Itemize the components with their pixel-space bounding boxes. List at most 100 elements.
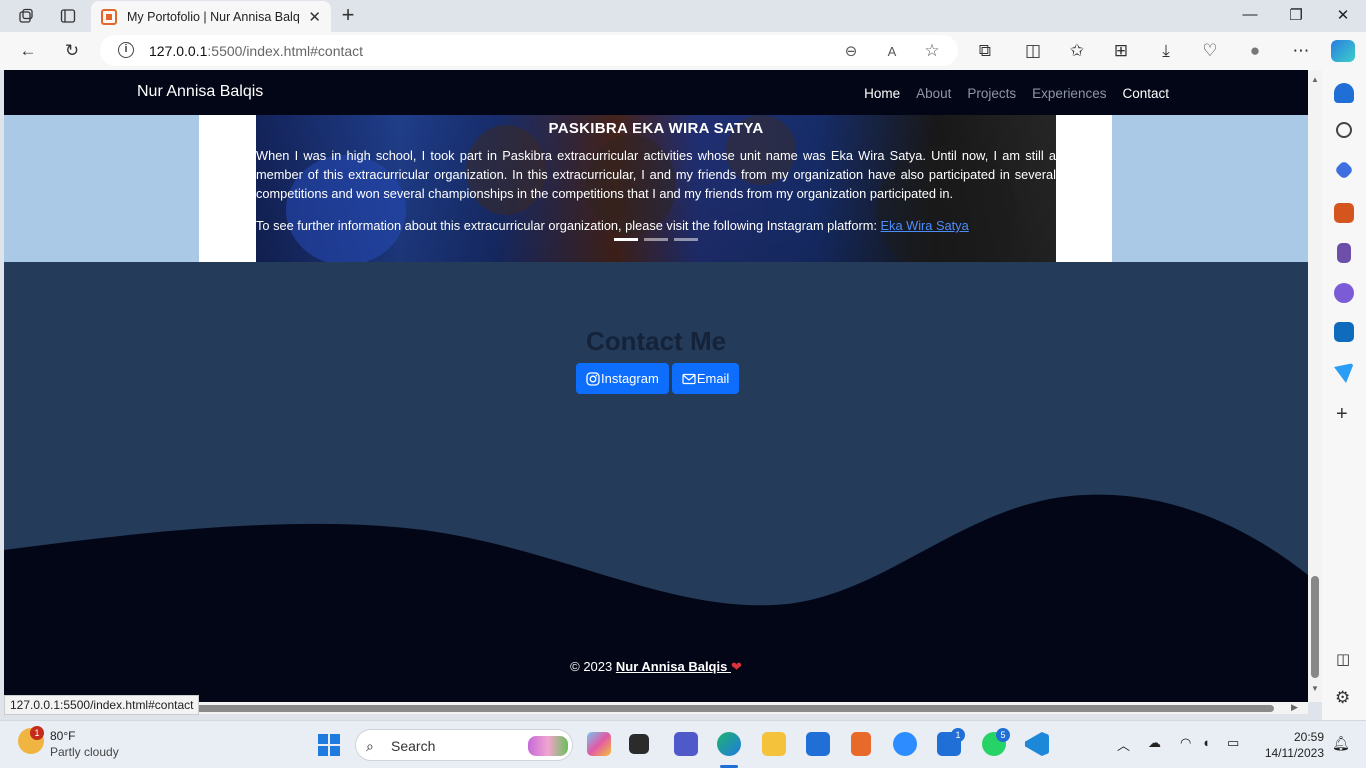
nav-link-projects[interactable]: Projects xyxy=(967,86,1016,101)
refresh-icon[interactable]: ↻ xyxy=(61,40,83,62)
wifi-icon[interactable]: ◠ xyxy=(1180,735,1191,751)
email-button-label: Email xyxy=(696,371,730,386)
nav-link-home[interactable]: Home xyxy=(864,86,900,101)
nav-links: Home About Projects Experiences Contact xyxy=(848,86,1169,101)
read-aloud-icon[interactable]: A xyxy=(881,40,903,62)
battery-icon[interactable]: ▭ xyxy=(1227,735,1239,751)
carousel-indicator[interactable] xyxy=(674,238,698,241)
scroll-up-icon[interactable]: ▲ xyxy=(1311,75,1319,84)
workspaces-icon[interactable] xyxy=(15,5,37,27)
weather-temp: 80°F xyxy=(50,729,76,743)
snipping-tool-icon[interactable] xyxy=(851,732,871,756)
scroll-down-icon[interactable]: ▼ xyxy=(1311,684,1319,693)
footer-copyright: © 2023 Nur Annisa Balqis ❤ xyxy=(4,659,1308,675)
edge-browser-icon[interactable] xyxy=(717,732,741,756)
url-text[interactable]: 127.0.0.1:5500/index.html#contact xyxy=(149,43,363,59)
zoom-icon[interactable] xyxy=(893,732,917,756)
zoom-out-icon[interactable]: ⊖ xyxy=(840,40,862,62)
extensions-icon[interactable]: ⧉ xyxy=(974,40,996,62)
settings-gear-icon[interactable]: ⚙ xyxy=(1335,688,1350,708)
new-tab-icon[interactable]: + xyxy=(337,4,359,26)
collections-icon[interactable]: ⊞ xyxy=(1110,40,1132,62)
windows-taskbar: 1 80°F Partly cloudy ⌕ Search 1 5 ︿ ☁ ◠ … xyxy=(0,720,1366,768)
browser-toolbar: ← ↻ i 127.0.0.1:5500/index.html#contact … xyxy=(0,32,1366,70)
outlook-icon[interactable] xyxy=(1334,322,1354,342)
nav-link-about[interactable]: About xyxy=(916,86,951,101)
vertical-scrollbar[interactable]: ▲ ▼ xyxy=(1308,70,1322,702)
microsoft-store-icon[interactable] xyxy=(806,732,830,756)
games-chess-icon[interactable] xyxy=(1337,243,1351,263)
copilot-preview-app-icon[interactable] xyxy=(587,732,611,756)
email-button[interactable]: Email xyxy=(671,363,740,394)
navbar-brand[interactable]: Nur Annisa Balqis xyxy=(137,83,263,101)
carousel-indicator[interactable] xyxy=(614,238,638,241)
volume-icon[interactable]: ◖ xyxy=(1202,735,1210,750)
tray-chevron-icon[interactable]: ︿ xyxy=(1117,735,1130,754)
tools-briefcase-icon[interactable] xyxy=(1334,203,1354,223)
horizontal-scroll-thumb[interactable] xyxy=(194,705,1274,712)
search-placeholder: Search xyxy=(391,738,436,754)
search-highlight-icon xyxy=(528,736,568,756)
vertical-scroll-thumb[interactable] xyxy=(1311,576,1319,678)
copyright-text: © 2023 xyxy=(570,659,616,674)
close-window-icon[interactable]: ✕ xyxy=(1333,6,1353,24)
email-icon xyxy=(682,373,696,384)
back-icon[interactable]: ← xyxy=(17,40,39,62)
profile-icon[interactable]: ● xyxy=(1244,40,1266,62)
carousel-slide: PASKIBRA EKA WIRA SATYA When I was in hi… xyxy=(256,115,1056,262)
clock-time: 20:59 xyxy=(1293,730,1324,744)
site-info-icon[interactable]: i xyxy=(118,42,134,58)
nav-link-experiences[interactable]: Experiences xyxy=(1032,86,1106,101)
system-clock[interactable]: 20:59 14/11/2023 xyxy=(1258,729,1324,761)
notifications-bell-icon[interactable] xyxy=(1334,83,1354,103)
notification-bell-icon[interactable]: 🔔︎ xyxy=(1332,735,1350,752)
active-tab[interactable]: My Portofolio | Nur Annisa Balqis ✕ xyxy=(91,1,331,32)
scroll-right-icon[interactable]: ▶ xyxy=(1291,702,1298,713)
windows-start-icon[interactable] xyxy=(318,734,340,756)
site-footer xyxy=(4,610,1308,702)
site-navbar: Nur Annisa Balqis Home About Projects Ex… xyxy=(4,70,1308,115)
status-bar-url: 127.0.0.1:5500/index.html#contact xyxy=(4,695,200,715)
instagram-button-label: Instagram xyxy=(601,371,659,386)
task-view-icon[interactable] xyxy=(629,734,649,754)
send-icon[interactable] xyxy=(1334,363,1354,383)
instagram-button[interactable]: Instagram xyxy=(576,363,669,394)
downloads-icon[interactable]: ⤓ xyxy=(1155,40,1177,62)
teams-icon[interactable] xyxy=(674,732,698,756)
file-explorer-icon[interactable] xyxy=(762,732,786,756)
footer-wave xyxy=(4,494,1308,615)
tab-close-icon[interactable]: ✕ xyxy=(308,8,321,26)
onedrive-icon[interactable]: ☁ xyxy=(1148,735,1161,751)
footer-author-link[interactable]: Nur Annisa Balqis xyxy=(616,659,731,674)
favorite-star-icon[interactable]: ☆ xyxy=(921,40,943,62)
shopping-tag-icon[interactable] xyxy=(1334,160,1354,180)
favorites-icon[interactable]: ✩ xyxy=(1066,40,1088,62)
split-screen-icon[interactable]: ◫ xyxy=(1022,40,1044,62)
weather-desc: Partly cloudy xyxy=(50,745,119,759)
hide-sidebar-icon[interactable]: ◫ xyxy=(1336,650,1350,668)
minimize-icon[interactable]: — xyxy=(1240,6,1260,23)
browser-tab-bar: My Portofolio | Nur Annisa Balqis ✕ + — … xyxy=(0,0,1366,32)
instagram-org-link[interactable]: Eka Wira Satya xyxy=(881,218,969,233)
carousel-caption-link-line: To see further information about this ex… xyxy=(256,216,1056,235)
contact-heading: Contact Me xyxy=(585,326,727,356)
carousel-indicator[interactable] xyxy=(644,238,668,241)
nav-link-contact[interactable]: Contact xyxy=(1122,86,1169,101)
mail-badge: 1 xyxy=(951,728,965,742)
contact-buttons: Instagram Email xyxy=(576,363,740,394)
microsoft-365-icon[interactable] xyxy=(1334,283,1354,303)
search-icon[interactable] xyxy=(1336,122,1352,138)
carousel-indicators xyxy=(614,238,698,241)
vscode-icon[interactable] xyxy=(1025,732,1049,756)
tab-title: My Portofolio | Nur Annisa Balqis xyxy=(127,9,301,24)
weather-widget[interactable]: 1 80°F Partly cloudy xyxy=(18,726,119,760)
restore-icon[interactable]: ❐ xyxy=(1286,6,1306,24)
whatsapp-badge: 5 xyxy=(996,728,1010,742)
browser-essentials-icon[interactable]: ♡ xyxy=(1199,40,1221,62)
settings-more-icon[interactable]: ⋯ xyxy=(1290,40,1312,62)
add-sidebar-app-icon[interactable]: + xyxy=(1336,403,1348,426)
horizontal-scrollbar[interactable]: ▶ xyxy=(4,702,1308,714)
taskbar-search-box[interactable]: ⌕ Search xyxy=(355,729,573,761)
copilot-icon[interactable] xyxy=(1331,40,1355,62)
tab-actions-icon[interactable] xyxy=(57,5,79,27)
